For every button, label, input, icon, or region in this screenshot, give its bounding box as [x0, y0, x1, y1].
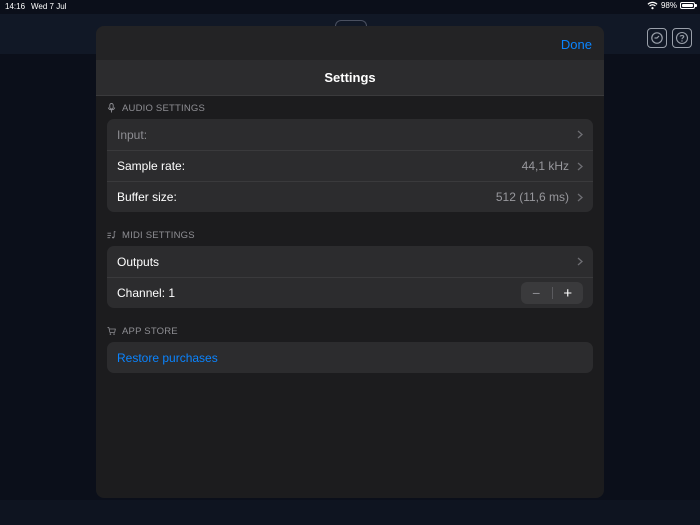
cart-icon	[107, 326, 116, 335]
sample-rate-label: Sample rate:	[117, 159, 186, 173]
chevron-right-icon	[577, 193, 583, 201]
input-row[interactable]: Input:	[107, 119, 593, 150]
music-note-list-icon	[107, 231, 116, 239]
page-title: Settings	[324, 70, 376, 85]
chevron-right-icon	[577, 162, 583, 170]
midi-settings-group: Outputs Channel: 1 − +	[107, 246, 593, 308]
input-label: Input:	[117, 127, 148, 142]
chevron-right-icon	[577, 257, 583, 266]
audio-settings-header: AUDIO SETTINGS	[107, 101, 205, 115]
wifi-icon	[647, 1, 658, 10]
buffer-size-row[interactable]: Buffer size: 512 (11,6 ms)	[107, 181, 593, 212]
midi-settings-header: MIDI SETTINGS	[107, 228, 195, 242]
done-button[interactable]: Done	[561, 37, 592, 52]
background-settings-button[interactable]	[647, 28, 667, 48]
background-bottom-area	[0, 500, 700, 525]
buffer-size-label: Buffer size:	[117, 190, 177, 204]
battery-level-fill	[682, 4, 693, 7]
restore-purchases-row[interactable]: Restore purchases	[107, 342, 593, 373]
modal-top-bar: Done	[96, 26, 604, 60]
outputs-label: Outputs	[117, 254, 160, 269]
help-icon	[675, 31, 689, 45]
audio-settings-group: Input: Sample rate: 44,1 kHz Buffer size…	[107, 119, 593, 212]
channel-label: Channel: 1	[117, 286, 176, 300]
microphone-icon	[107, 103, 116, 113]
app-store-header-label: APP STORE	[122, 325, 178, 337]
channel-decrement-button[interactable]: −	[521, 282, 552, 304]
status-date: Wed 7 Jul	[31, 2, 67, 11]
battery-percentage: 98%	[660, 1, 677, 10]
buffer-size-value: 512 (11,6 ms)	[495, 190, 569, 204]
app-store-group: Restore purchases	[107, 342, 593, 373]
minus-icon: −	[532, 285, 541, 301]
midi-settings-header-label: MIDI SETTINGS	[122, 229, 195, 241]
settings-modal: Done Settings AUDIO SETTINGS Input: Samp…	[96, 26, 604, 498]
background-help-button[interactable]	[672, 28, 692, 48]
status-time: 14:16	[5, 2, 26, 11]
status-indicators: 98%	[647, 1, 697, 10]
dial-icon	[651, 32, 663, 44]
channel-stepper: − +	[521, 282, 583, 304]
sample-rate-value: 44,1 kHz	[521, 159, 569, 173]
app-store-header: APP STORE	[107, 324, 178, 338]
battery-icon	[680, 2, 697, 9]
plus-icon: +	[563, 284, 573, 302]
channel-row: Channel: 1 − +	[107, 277, 593, 308]
chevron-right-icon	[577, 130, 583, 139]
modal-navigation-bar: Settings	[96, 60, 604, 96]
sample-rate-row[interactable]: Sample rate: 44,1 kHz	[107, 150, 593, 181]
restore-purchases-button[interactable]: Restore purchases	[117, 351, 218, 365]
status-bar: 14:16 Wed 7 Jul 98%	[0, 0, 700, 14]
outputs-row[interactable]: Outputs	[107, 246, 593, 277]
audio-settings-header-label: AUDIO SETTINGS	[122, 102, 206, 114]
channel-increment-button[interactable]: +	[553, 282, 584, 304]
